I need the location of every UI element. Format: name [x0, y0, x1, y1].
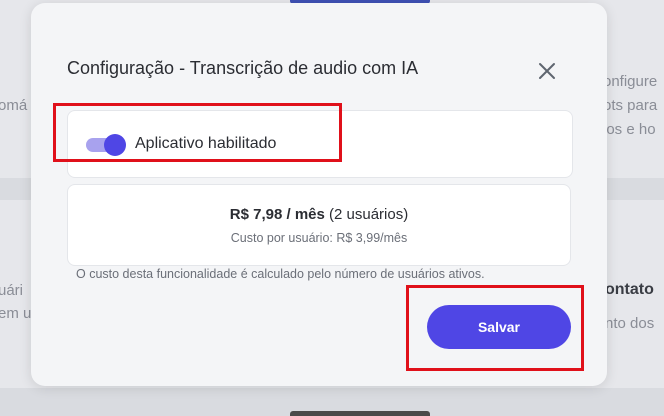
background-text: onfigure — [603, 73, 658, 90]
background-text: omá — [0, 97, 28, 114]
per-user-cost: Custo por usuário: R$ 3,99/mês — [230, 231, 408, 245]
save-button[interactable]: Salvar — [427, 305, 571, 349]
price-value: R$ 7,98 / mês — [229, 206, 325, 223]
config-modal: Configuração - Transcrição de audio com … — [31, 3, 607, 386]
background-text: nto dos — [605, 315, 655, 332]
toggle-label: Aplicativo habilitado — [135, 135, 277, 152]
background-text: uári — [0, 282, 24, 299]
toggle-knob — [104, 134, 126, 156]
background-bottom-bar — [290, 411, 430, 416]
background-text: em u — [0, 305, 32, 322]
background-text: ios e ho — [603, 121, 656, 138]
price-line: R$ 7,98 / mês (2 usuários) — [68, 206, 570, 223]
toggle-card: Aplicativo habilitado — [67, 110, 573, 178]
close-icon — [539, 63, 555, 79]
app-enabled-toggle[interactable] — [86, 134, 126, 156]
close-button[interactable] — [536, 60, 558, 82]
cost-note: O custo desta funcionalidade é calculado… — [76, 267, 485, 281]
modal-title: Configuração - Transcrição de audio com … — [67, 58, 419, 78]
background-text: ontato — [605, 281, 654, 298]
user-count: (2 usuários) — [329, 206, 409, 223]
background-text: ots para — [603, 97, 658, 114]
pricing-card: R$ 7,98 / mês (2 usuários) Custo por usu… — [67, 184, 571, 266]
